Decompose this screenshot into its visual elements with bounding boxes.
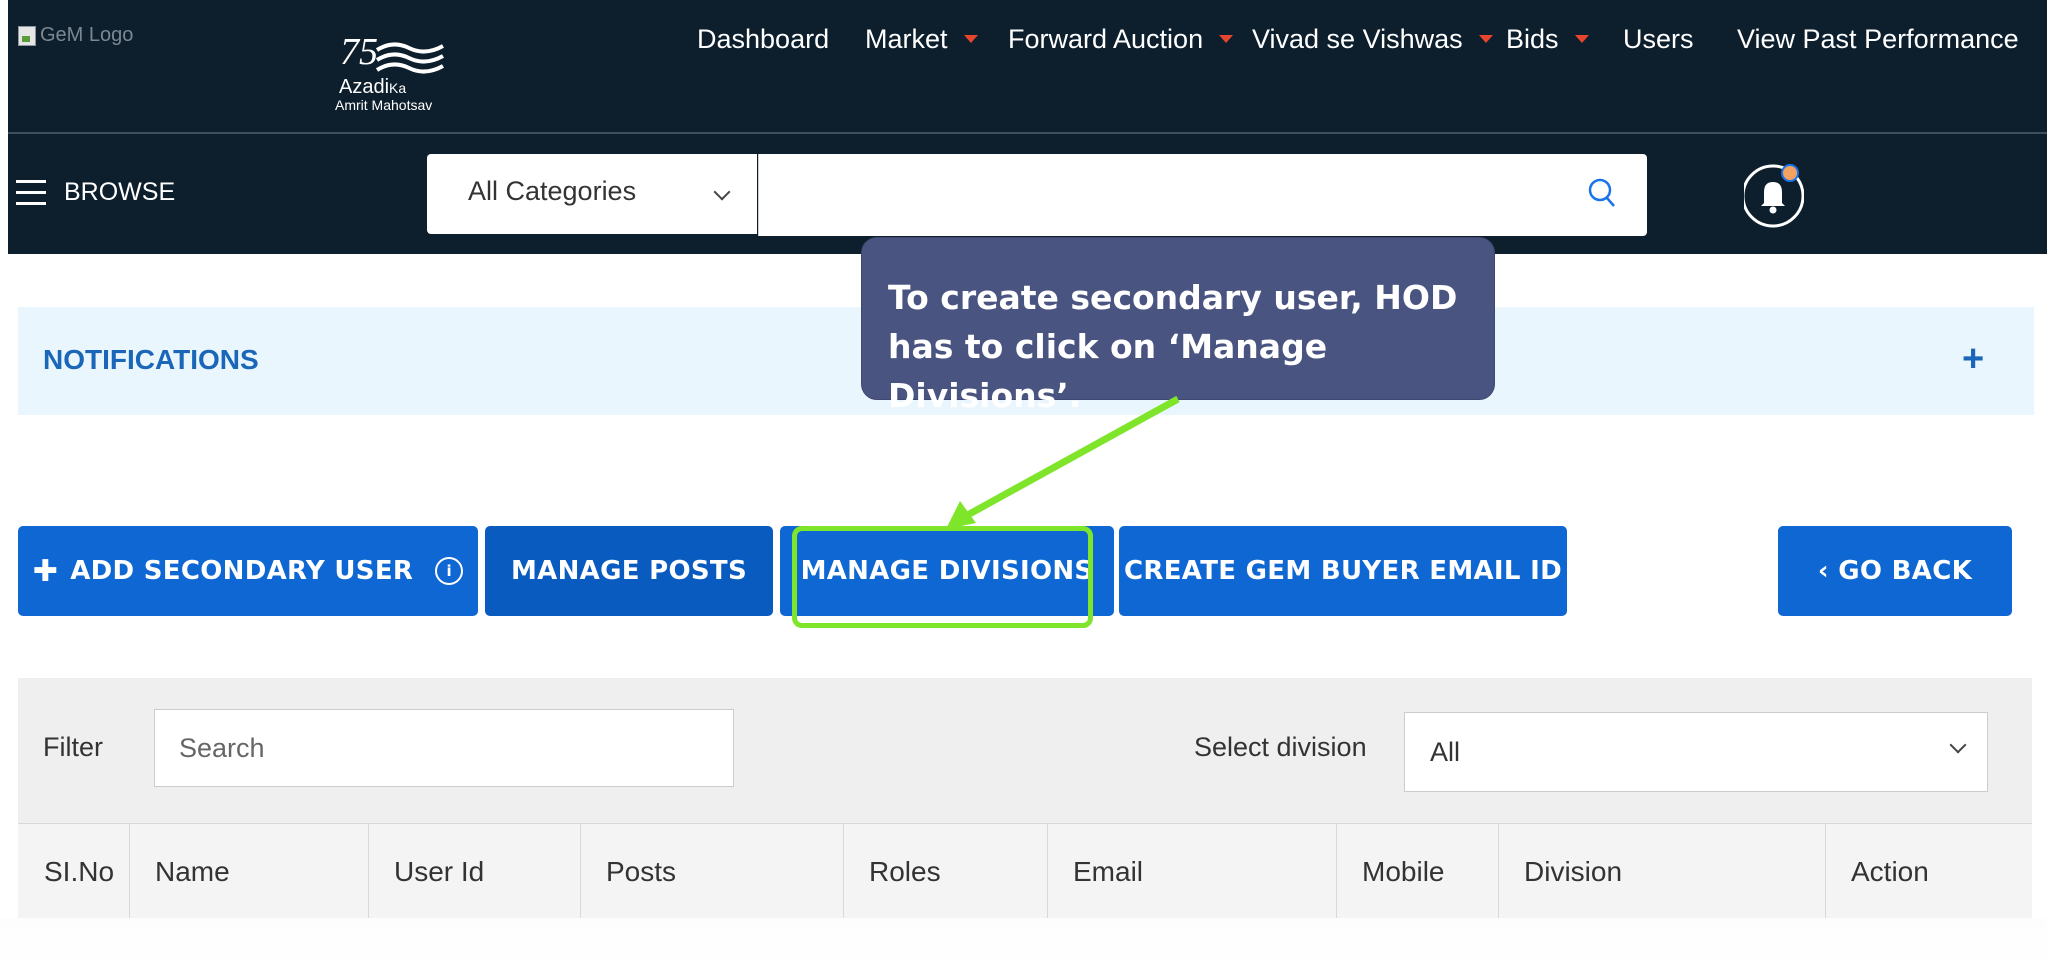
column-header-email[interactable]: Email [1073,856,1143,888]
column-header-user-id[interactable]: User Id [394,856,484,888]
column-header-roles[interactable]: Roles [869,856,941,888]
nav-bids[interactable]: Bids [1506,22,1589,56]
column-divider [1047,823,1048,918]
go-back-button[interactable]: ‹ GO BACK [1778,526,2012,616]
column-header-mobile[interactable]: Mobile [1362,856,1444,888]
column-divider [843,823,844,918]
select-division-label: Select division [1194,732,1367,762]
callout-arrow-icon [946,395,1180,529]
nav-market[interactable]: Market [865,22,978,56]
logo-azadi-text: AzadiKa [339,76,407,98]
caret-down-icon [963,35,978,43]
column-header-posts[interactable]: Posts [606,856,676,888]
nav-vivad-se-vishwas[interactable]: Vivad se Vishwas [1252,22,1493,56]
nav-users[interactable]: Users [1623,22,1694,56]
top-header [8,0,2047,132]
caret-down-icon [1478,35,1493,43]
column-divider [1336,823,1337,918]
nav-dashboard[interactable]: Dashboard [697,22,829,56]
filter-label: Filter [43,732,103,762]
nav-forward-auction[interactable]: Forward Auction [1008,22,1234,56]
flag-waves-icon [375,42,444,74]
logo-75: 75 [340,31,378,73]
gem-logo[interactable]: GeM Logo [18,24,133,47]
azadi-ka-amrit-mahotsav-logo: 75 AzadiKa Amrit Mahotsav [335,30,465,115]
notification-bell-icon[interactable] [1744,159,1804,232]
gem-logo-alt-text: GeM Logo [40,24,134,46]
global-search-input[interactable] [758,154,1647,236]
caret-down-icon [1219,35,1234,43]
column-header-slno[interactable]: SI.No [44,856,114,888]
users-table-header [18,823,2032,920]
table-body-area [0,918,2047,967]
column-divider [368,823,369,918]
column-divider [1825,823,1826,918]
manage-posts-button[interactable]: MANAGE POSTS [485,526,773,616]
caret-down-icon [1574,35,1589,43]
division-select[interactable] [1404,712,1988,792]
column-header-name[interactable]: Name [155,856,230,888]
nav-view-past-performance[interactable]: View Past Performance [1737,22,2019,56]
expand-plus-icon[interactable]: + [1962,338,1984,381]
info-icon[interactable]: i [435,557,464,585]
broken-image-icon [18,25,36,46]
division-selected-value: All [1430,737,1461,767]
notifications-title: NOTIFICATIONS [43,344,259,375]
category-selected-value: All Categories [468,176,637,206]
browse-label[interactable]: BROWSE [64,178,175,207]
logo-amrit-mahotsav-text: Amrit Mahotsav [335,97,433,113]
user-search-input[interactable] [154,709,734,787]
plus-icon: ✚ [32,553,59,589]
column-divider [1498,823,1499,918]
add-secondary-user-button[interactable]: ✚ ADD SECONDARY USER i [18,526,478,616]
manage-divisions-highlight [792,526,1093,628]
column-divider [580,823,581,918]
hamburger-menu-icon[interactable] [16,180,46,206]
column-header-action[interactable]: Action [1851,856,1929,888]
create-gem-buyer-email-button[interactable]: CREATE GEM BUYER EMAIL ID [1119,526,1567,616]
search-icon[interactable] [1587,177,1617,211]
column-header-division[interactable]: Division [1524,856,1622,888]
column-divider [129,823,130,918]
